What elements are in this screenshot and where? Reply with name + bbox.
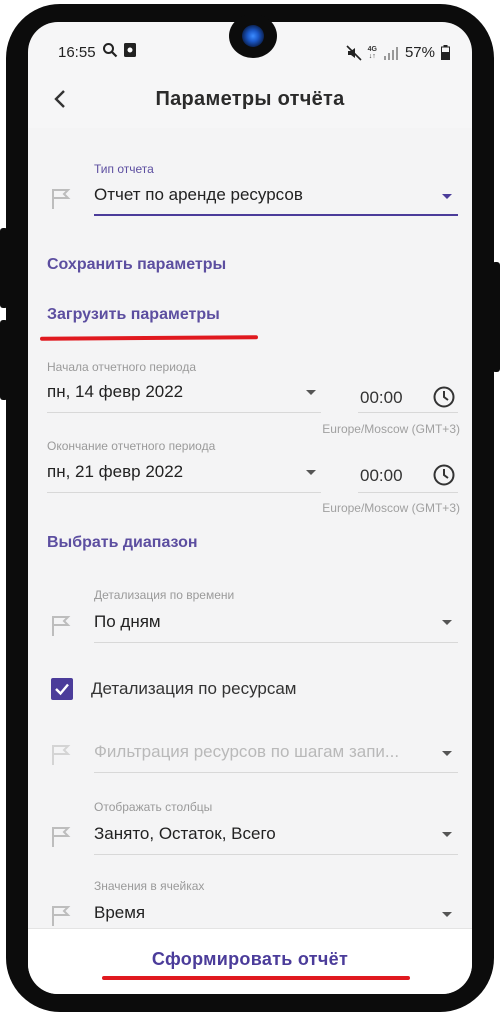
columns-select[interactable]: Занято, Остаток, Всего	[94, 824, 276, 844]
battery-icon	[441, 45, 450, 60]
cell-values-select[interactable]: Время	[94, 903, 145, 923]
photo-icon	[124, 43, 136, 57]
dropdown-arrow-icon[interactable]	[306, 470, 316, 475]
highlight-underline	[102, 976, 410, 980]
side-button-left	[0, 228, 8, 308]
side-button-left-lower	[0, 320, 8, 400]
resource-filter-underline	[94, 772, 458, 773]
period-start-time-underline	[358, 412, 458, 413]
clock-icon[interactable]	[432, 385, 456, 409]
period-start-underline	[47, 412, 321, 413]
report-type-underline	[94, 214, 458, 216]
network-indicator: 4G ↓↑	[367, 45, 377, 60]
dropdown-arrow-icon[interactable]	[306, 390, 316, 395]
period-start-time[interactable]: 00:00	[360, 388, 403, 408]
columns-label: Отображать столбцы	[94, 800, 213, 814]
dropdown-arrow-icon[interactable]	[442, 194, 452, 199]
time-detail-label: Детализация по времени	[94, 588, 235, 602]
bottom-action-bar: Сформировать отчёт	[28, 928, 472, 994]
dropdown-arrow-icon[interactable]	[442, 832, 452, 837]
signal-icon	[383, 46, 398, 60]
flag-icon	[52, 616, 71, 636]
clock-icon[interactable]	[432, 463, 456, 487]
report-form: Тип отчета Отчет по аренде ресурсов Сохр…	[28, 128, 472, 932]
highlight-underline	[39, 335, 259, 341]
dropdown-arrow-icon[interactable]	[442, 620, 452, 625]
period-end-time-underline	[358, 492, 458, 493]
battery-percent: 57%	[404, 44, 435, 61]
period-end-underline	[47, 492, 321, 493]
resource-detail-label[interactable]: Детализация по ресурсам	[91, 679, 296, 699]
load-params-button[interactable]: Загрузить параметры	[47, 306, 220, 324]
mute-icon	[346, 44, 362, 61]
generate-report-button[interactable]: Сформировать отчёт	[28, 949, 472, 970]
resource-filter-select[interactable]: Фильтрация ресурсов по шагам запи...	[94, 742, 399, 762]
dropdown-arrow-icon[interactable]	[442, 912, 452, 917]
flag-icon	[52, 189, 71, 209]
period-end-timezone: Europe/Moscow (GMT+3)	[322, 501, 460, 515]
save-params-button[interactable]: Сохранить параметры	[47, 256, 226, 274]
period-end-date[interactable]: пн, 21 февр 2022	[47, 462, 183, 482]
period-end-label: Окончание отчетного периода	[47, 439, 216, 453]
report-type-label: Тип отчета	[94, 162, 154, 176]
columns-underline	[94, 854, 458, 855]
flag-icon	[52, 906, 71, 926]
page-title: Параметры отчёта	[155, 88, 345, 110]
time-detail-underline	[94, 642, 458, 643]
time-detail-select[interactable]: По дням	[94, 612, 161, 632]
search-icon	[103, 43, 118, 58]
cell-values-label: Значения в ячейках	[94, 879, 205, 893]
choose-range-button[interactable]: Выбрать диапазон	[47, 534, 198, 552]
period-end-time[interactable]: 00:00	[360, 466, 403, 486]
report-type-select[interactable]: Отчет по аренде ресурсов	[94, 185, 303, 205]
period-start-date[interactable]: пн, 14 февр 2022	[47, 382, 183, 402]
period-start-label: Начала отчетного периода	[47, 360, 196, 374]
phone-screen: 16:55 4G ↓↑ 57% Параметры отчёта Тип отч…	[28, 22, 472, 994]
front-camera	[229, 14, 277, 58]
status-time: 16:55	[58, 44, 96, 61]
side-button-right	[492, 262, 500, 372]
dropdown-arrow-icon[interactable]	[442, 751, 452, 756]
flag-icon	[52, 745, 71, 765]
checkmark-icon	[55, 683, 69, 696]
period-start-timezone: Europe/Moscow (GMT+3)	[322, 422, 460, 436]
flag-icon	[52, 827, 71, 847]
resource-detail-checkbox[interactable]	[51, 678, 73, 700]
